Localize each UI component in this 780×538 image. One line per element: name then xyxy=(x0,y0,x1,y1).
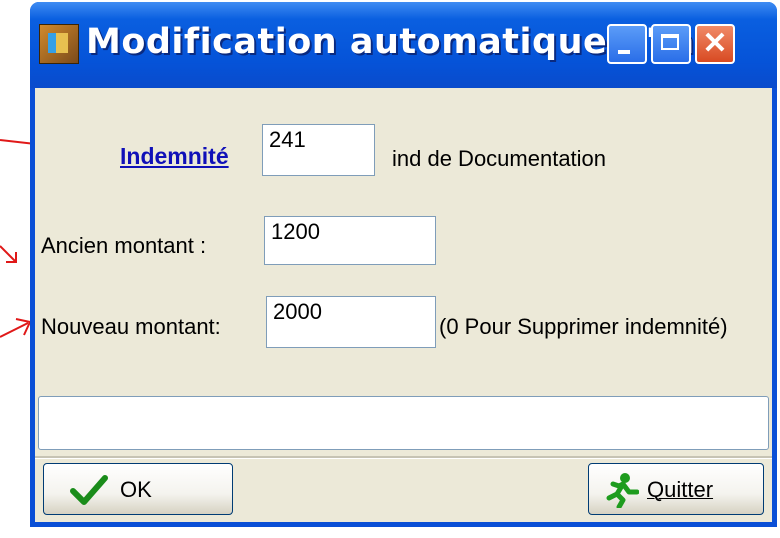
minimize-button[interactable] xyxy=(607,24,647,64)
running-man-icon xyxy=(606,473,639,508)
nouveau-montant-input[interactable]: 2000 xyxy=(266,296,436,348)
button-divider xyxy=(35,456,772,459)
ok-button[interactable]: OK xyxy=(43,463,233,515)
nouveau-montant-label: Nouveau montant: xyxy=(41,314,221,339)
ok-label: OK xyxy=(120,477,152,502)
title-bar[interactable]: Modification automatique d'in... ✕ xyxy=(30,2,777,88)
ancien-montant-input[interactable]: 1200 xyxy=(264,216,436,265)
checkmark-icon xyxy=(70,475,108,505)
ancien-montant-label: Ancien montant : xyxy=(41,233,207,258)
indemnite-input[interactable]: 241 xyxy=(262,124,375,176)
status-field xyxy=(38,396,769,450)
dialog-window: Modification automatique d'in... ✕ Indem… xyxy=(30,2,777,527)
close-icon: ✕ xyxy=(702,27,728,60)
close-button[interactable]: ✕ xyxy=(695,24,735,64)
app-icon xyxy=(39,24,79,64)
dialog-body: Indemnité 241 ind de Documentation Ancie… xyxy=(35,88,772,522)
annotation-arrow-ancien xyxy=(0,245,17,263)
quit-label: Quitter xyxy=(647,477,714,502)
quit-button[interactable]: Quitter xyxy=(588,463,764,515)
indemnite-description: ind de Documentation xyxy=(392,146,607,171)
nouveau-montant-hint: (0 Pour Supprimer indemnité) xyxy=(439,314,728,339)
maximize-button[interactable] xyxy=(651,24,691,64)
indemnite-link[interactable]: Indemnité xyxy=(120,143,229,170)
